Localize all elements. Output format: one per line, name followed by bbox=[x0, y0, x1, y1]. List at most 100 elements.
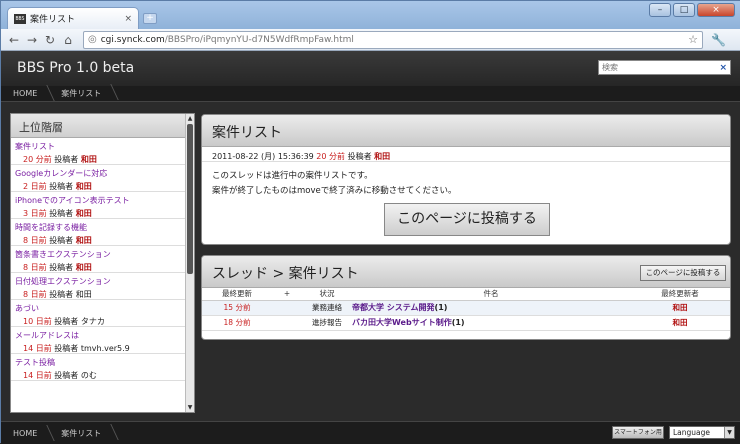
sidebar-item-author[interactable]: タナカ bbox=[81, 317, 105, 326]
search-box: × bbox=[598, 60, 731, 75]
site-header: BBS Pro 1.0 beta × bbox=[1, 51, 740, 86]
post-date: 2011-08-22 (月) 15:36:39 bbox=[212, 152, 314, 161]
col-last-update[interactable]: 最終更新 bbox=[202, 288, 272, 301]
sidebar-item-title[interactable]: 日付処理エクステンション bbox=[15, 276, 190, 287]
sidebar-item[interactable]: あづい 10 日前 投稿者 タナカ bbox=[11, 300, 194, 327]
sidebar-item[interactable]: 案件リスト 20 分前 投稿者 和田 bbox=[11, 138, 194, 165]
sidebar-item-title[interactable]: Googleカレンダーに対応 bbox=[15, 168, 190, 179]
sidebar-item-author[interactable]: 和田 bbox=[76, 263, 92, 272]
minimize-button[interactable]: – bbox=[649, 3, 671, 17]
sidebar-item-author[interactable]: 和田 bbox=[81, 155, 97, 164]
reload-icon[interactable]: ↻ bbox=[41, 31, 59, 49]
sidebar-item[interactable]: Googleカレンダーに対応 2 日前 投稿者 和田 bbox=[11, 165, 194, 192]
footer-breadcrumb-current[interactable]: 案件リスト bbox=[49, 428, 113, 439]
browser-window: BBS 案件リスト × + – □ × ← → ↻ ⌂ ◎ cgi.synck.… bbox=[0, 0, 740, 444]
sidebar-item-author-label: 投稿者 bbox=[49, 263, 74, 272]
breadcrumb-current[interactable]: 案件リスト bbox=[49, 88, 113, 99]
window-controls: – □ × bbox=[649, 3, 735, 17]
sidebar-item-author[interactable]: 和田 bbox=[76, 182, 92, 191]
sidebar-item-time: 10 日前 bbox=[23, 317, 52, 326]
post-author[interactable]: 和田 bbox=[374, 152, 390, 161]
sidebar-item-meta: 2 日前 投稿者 和田 bbox=[15, 181, 190, 192]
sidebar-item-title[interactable]: 箇条書きエクステンション bbox=[15, 249, 190, 260]
new-tab-button[interactable]: + bbox=[143, 13, 157, 24]
sidebar-item-meta: 14 日前 投稿者 のむ bbox=[15, 370, 190, 381]
sidebar-item-author-label: 投稿者 bbox=[54, 371, 79, 380]
scroll-up-icon[interactable]: ▲ bbox=[186, 114, 194, 123]
tab-close-icon[interactable]: × bbox=[124, 14, 132, 24]
footer-breadcrumb-home[interactable]: HOME bbox=[1, 429, 49, 438]
globe-icon: ◎ bbox=[88, 34, 97, 45]
search-input[interactable] bbox=[602, 63, 720, 72]
sidebar-item[interactable]: テスト投稿 14 日前 投稿者 のむ bbox=[11, 354, 194, 381]
row-status: 進捗報告 bbox=[302, 315, 352, 331]
post-to-page-button[interactable]: このページに投稿する bbox=[384, 203, 550, 236]
sidebar-item-title[interactable]: テスト投稿 bbox=[15, 357, 190, 368]
row-subject-text[interactable]: バカ田大学Webサイト制作 bbox=[352, 318, 452, 327]
sidebar-item-author-label: 投稿者 bbox=[54, 344, 79, 353]
post-panel: 案件リスト 2011-08-22 (月) 15:36:39 20 分前 投稿者 … bbox=[201, 114, 731, 245]
sidebar-item-author[interactable]: 和田 bbox=[76, 209, 92, 218]
col-subject[interactable]: 件名 bbox=[352, 288, 630, 301]
search-clear-icon[interactable]: × bbox=[719, 63, 727, 73]
col-toggle[interactable]: + bbox=[272, 288, 302, 301]
sidebar-item-author[interactable]: 和田 bbox=[76, 290, 92, 299]
sidebar-item-author-label: 投稿者 bbox=[49, 236, 74, 245]
row-count: (1) bbox=[451, 318, 465, 327]
back-icon[interactable]: ← bbox=[5, 31, 23, 49]
sidebar-item-meta: 8 日前 投稿者 和田 bbox=[15, 289, 190, 300]
col-status[interactable]: 状況 bbox=[302, 288, 352, 301]
sidebar-item[interactable]: メールアドレスは 14 日前 投稿者 tmvh.ver5.9 bbox=[11, 327, 194, 354]
sidebar-item[interactable]: 日付処理エクステンション 8 日前 投稿者 和田 bbox=[11, 273, 194, 300]
home-icon[interactable]: ⌂ bbox=[59, 31, 77, 49]
forward-icon[interactable]: → bbox=[23, 31, 41, 49]
col-last-author[interactable]: 最終更新者 bbox=[630, 288, 730, 301]
sidebar-item-title[interactable]: iPhoneでのアイコン表示テスト bbox=[15, 195, 190, 206]
maximize-button[interactable]: □ bbox=[673, 3, 695, 17]
row-author[interactable]: 和田 bbox=[630, 315, 730, 331]
row-author[interactable]: 和田 bbox=[630, 300, 730, 316]
thread-post-button[interactable]: このページに投稿する bbox=[640, 265, 726, 281]
sidebar-item-meta: 3 日前 投稿者 和田 bbox=[15, 208, 190, 219]
language-select[interactable]: Language ▼ bbox=[669, 426, 735, 439]
table-row[interactable]: 15 分前 業務連絡 帝都大学 システム開発(1) 和田 bbox=[202, 300, 730, 316]
sidebar-item-author[interactable]: のむ bbox=[81, 371, 97, 380]
thread-title-text: スレッド > 案件リスト bbox=[212, 266, 359, 282]
row-subject-text[interactable]: 帝都大学 システム開発 bbox=[352, 303, 435, 312]
row-subject[interactable]: バカ田大学Webサイト制作(1) bbox=[352, 315, 630, 331]
post-title: 案件リスト bbox=[202, 115, 730, 147]
sidebar-item[interactable]: iPhoneでのアイコン表示テスト 3 日前 投稿者 和田 bbox=[11, 192, 194, 219]
breadcrumb-home[interactable]: HOME bbox=[1, 89, 49, 98]
smartphone-button[interactable]: スマートフォン用 bbox=[612, 426, 664, 439]
thread-panel: スレッド > 案件リスト このページに投稿する 最終更新 + 状況 件名 最終更… bbox=[201, 255, 731, 340]
sidebar-title: 上位階層 bbox=[11, 114, 194, 138]
sidebar-item-title[interactable]: あづい bbox=[15, 303, 190, 314]
sidebar-item-author[interactable]: tmvh.ver5.9 bbox=[81, 344, 130, 353]
row-time: 18 分前 bbox=[202, 315, 272, 331]
breadcrumb: HOME 案件リスト bbox=[1, 86, 740, 102]
sidebar-item-time: 2 日前 bbox=[23, 182, 47, 191]
sidebar-item-author[interactable]: 和田 bbox=[76, 236, 92, 245]
sidebar-item[interactable]: 箇条書きエクステンション 8 日前 投稿者 和田 bbox=[11, 246, 194, 273]
close-window-button[interactable]: × bbox=[697, 3, 735, 17]
sidebar-item-title[interactable]: 案件リスト bbox=[15, 141, 190, 152]
sidebar-item-title[interactable]: メールアドレスは bbox=[15, 330, 190, 341]
sidebar-item[interactable]: 時間を記録する機能 8 日前 投稿者 和田 bbox=[11, 219, 194, 246]
address-bar[interactable]: ◎ cgi.synck.com/BBSPro/iPqmynYU-d7N5WdfR… bbox=[83, 30, 703, 49]
scroll-down-icon[interactable]: ▼ bbox=[186, 403, 194, 412]
sidebar-item-title[interactable]: 時間を記録する機能 bbox=[15, 222, 190, 233]
bookmark-star-icon[interactable]: ☆ bbox=[688, 33, 698, 46]
sidebar-item-time: 20 分前 bbox=[23, 155, 52, 164]
sidebar-scrollbar[interactable]: ▲ ▼ bbox=[185, 114, 194, 412]
tab-active[interactable]: BBS 案件リスト × bbox=[7, 7, 139, 29]
row-subject[interactable]: 帝都大学 システム開発(1) bbox=[352, 300, 630, 316]
row-time: 15 分前 bbox=[202, 300, 272, 316]
scroll-thumb[interactable] bbox=[187, 124, 193, 274]
wrench-icon[interactable]: 🔧 bbox=[711, 33, 726, 47]
row-count: (1) bbox=[434, 303, 448, 312]
url-text: cgi.synck.com/BBSPro/iPqmynYU-d7N5WdfRmp… bbox=[101, 35, 688, 45]
sidebar-item-meta: 14 日前 投稿者 tmvh.ver5.9 bbox=[15, 343, 190, 354]
table-row[interactable]: 18 分前 進捗報告 バカ田大学Webサイト制作(1) 和田 bbox=[202, 315, 730, 331]
site-brand[interactable]: BBS Pro 1.0 beta bbox=[17, 60, 134, 76]
chevron-down-icon: ▼ bbox=[724, 427, 734, 438]
